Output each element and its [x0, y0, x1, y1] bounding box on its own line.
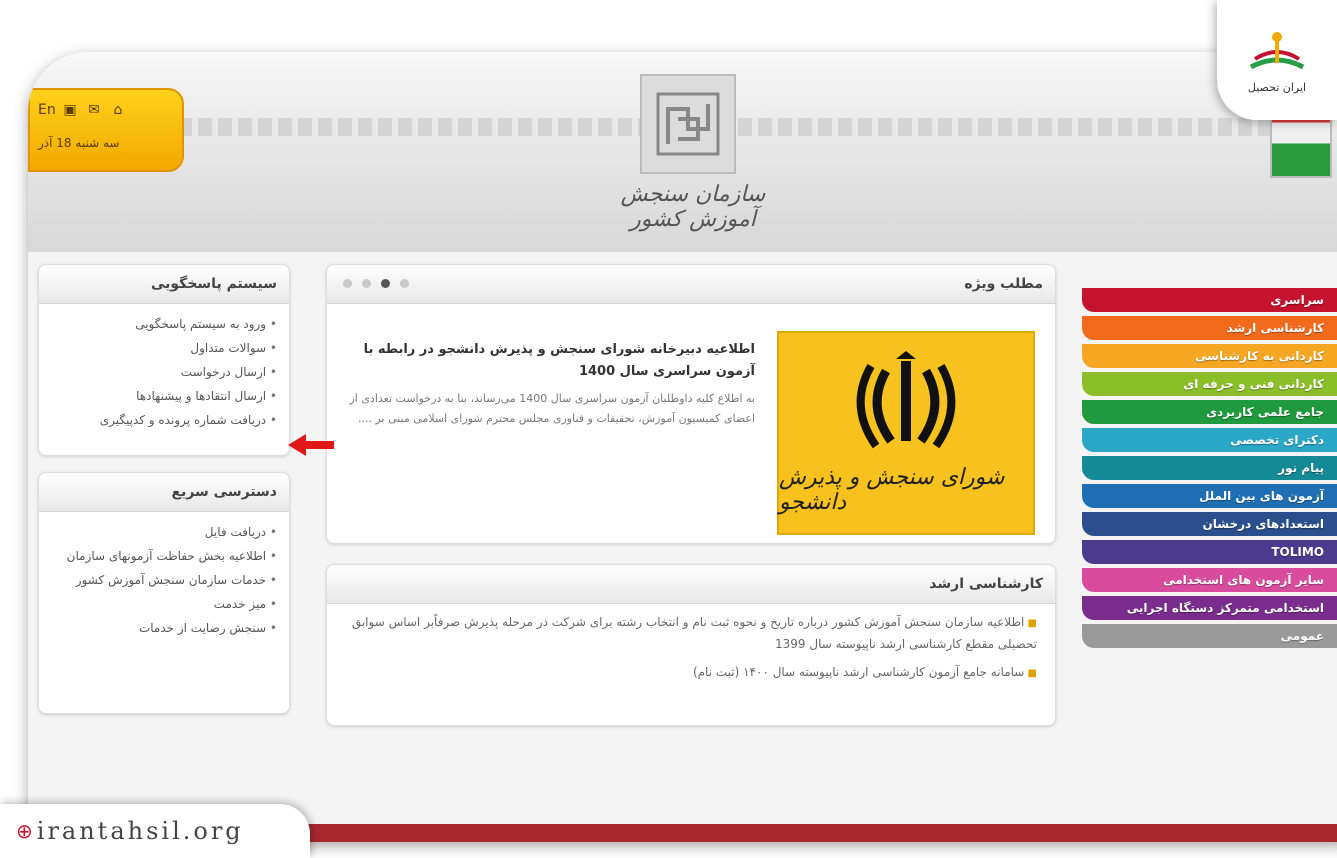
quick-link-satisfaction[interactable]: سنجش رضایت از خدمات — [51, 616, 277, 640]
sitemap-icon[interactable]: ▣ — [62, 102, 78, 118]
badge-brand-name: ایران تحصیل — [1247, 80, 1307, 94]
support-system-title: سیستم پاسخگویی — [39, 265, 289, 304]
exam-menu-item[interactable]: استخدامی متمرکز دستگاه اجرایی — [1082, 596, 1337, 620]
masters-news-title: کارشناسی ارشد — [327, 565, 1055, 604]
slider-dots — [343, 279, 409, 288]
exam-menu-item[interactable]: جامع علمی کاربردی — [1082, 400, 1337, 424]
exam-menu-item[interactable]: عمومی — [1082, 624, 1337, 648]
support-link-request[interactable]: ارسال درخواست — [51, 360, 277, 384]
featured-body: به اطلاع کلیه داوطلبان آزمون سراسری سال … — [349, 392, 755, 425]
featured-slider: مطلب ویژه اطلاعیه دبیرخانه شورای سنجش و … — [326, 264, 1056, 544]
exam-menu-item[interactable]: کارشناسی ارشد — [1082, 316, 1337, 340]
support-link-login[interactable]: ورود به سیستم پاسخگویی — [51, 312, 277, 336]
support-link-tracking-code[interactable]: دریافت شماره پرونده و کدپیگیری — [51, 408, 277, 432]
quick-link-security-notice[interactable]: اطلاعیه بخش حفاظت آزمونهای سازمان — [51, 544, 277, 568]
slider-dot-active[interactable] — [381, 279, 390, 288]
iran-emblem-icon — [856, 351, 956, 449]
news-item[interactable]: اطلاعیه سازمان سنجش آموزش کشور درباره تا… — [327, 604, 1055, 654]
current-date: سه شنبه 18 آذر — [38, 136, 120, 150]
pointer-arrow-icon — [288, 434, 334, 456]
slider-dot[interactable] — [400, 279, 409, 288]
slider-dot[interactable] — [362, 279, 371, 288]
site-header: سازمان سنجش آموزش کشور En ▣ ✉ ⌂ سه شنبه … — [28, 52, 1337, 252]
irantahsil-badge: ایران تحصیل — [1217, 0, 1337, 120]
exam-menu-item[interactable]: سایر آزمون های استخدامی — [1082, 568, 1337, 592]
globe-icon: ⊕ — [16, 819, 33, 843]
org-logo[interactable] — [640, 74, 736, 174]
quick-link-download[interactable]: دریافت فایل — [51, 520, 277, 544]
featured-headline[interactable]: اطلاعیه دبیرخانه شورای سنجش و پذیرش دانش… — [345, 339, 755, 383]
news-item[interactable]: سامانه جامع آزمون کارشناسی ارشد ناپیوسته… — [327, 654, 1055, 684]
slider-dot[interactable] — [343, 279, 352, 288]
book-logo-icon — [1249, 31, 1305, 69]
featured-image-caption: شورای سنجش و پذیرش دانشجو — [779, 465, 1005, 515]
quick-link-services[interactable]: خدمات سازمان سنجش آموزش کشور — [51, 568, 277, 592]
exam-menu-item[interactable]: آزمون های بین الملل — [1082, 484, 1337, 508]
exam-menu: سراسری کارشناسی ارشد کاردانی به کارشناسی کا… — [1082, 288, 1337, 652]
watermark-text: irantahsil.org — [36, 817, 244, 845]
watermark: ⊕ irantahsil.org — [0, 804, 310, 858]
site-frame: سازمان سنجش آموزش کشور En ▣ ✉ ⌂ سه شنبه … — [28, 52, 1337, 842]
exam-menu-item[interactable]: کاردانی فنی و حرفه ای — [1082, 372, 1337, 396]
english-lang-link[interactable]: En — [38, 102, 56, 118]
exam-menu-item[interactable]: پیام نور — [1082, 456, 1337, 480]
mail-icon[interactable]: ✉ — [86, 102, 102, 118]
support-system-panel: سیستم پاسخگویی ورود به سیستم پاسخگویی سو… — [38, 264, 290, 456]
quick-access-title: دسترسی سریع — [39, 473, 289, 512]
exam-menu-item[interactable]: کاردانی به کارشناسی — [1082, 344, 1337, 368]
org-logo-icon — [656, 92, 720, 156]
org-name: سازمان سنجش آموزش کشور — [620, 182, 766, 232]
featured-title: مطلب ویژه — [327, 265, 1055, 304]
support-link-faq[interactable]: سوالات متداول — [51, 336, 277, 360]
masters-news-panel: کارشناسی ارشد اطلاعیه سازمان سنجش آموزش … — [326, 564, 1056, 726]
exam-menu-item[interactable]: TOLIMO — [1082, 540, 1337, 564]
featured-image[interactable]: شورای سنجش و پذیرش دانشجو — [777, 331, 1035, 535]
top-tools-box: En ▣ ✉ ⌂ سه شنبه 18 آذر — [28, 88, 184, 172]
home-icon[interactable]: ⌂ — [110, 102, 126, 118]
exam-menu-item[interactable]: سراسری — [1082, 288, 1337, 312]
exam-menu-item[interactable]: دکترای تخصصی — [1082, 428, 1337, 452]
support-link-feedback[interactable]: ارسال انتقادها و پیشنهادها — [51, 384, 277, 408]
quick-access-panel: دسترسی سریع دریافت فایل اطلاعیه بخش حفاظ… — [38, 472, 290, 714]
quick-link-service-desk[interactable]: میز خدمت — [51, 592, 277, 616]
exam-menu-item[interactable]: استعدادهای درخشان — [1082, 512, 1337, 536]
